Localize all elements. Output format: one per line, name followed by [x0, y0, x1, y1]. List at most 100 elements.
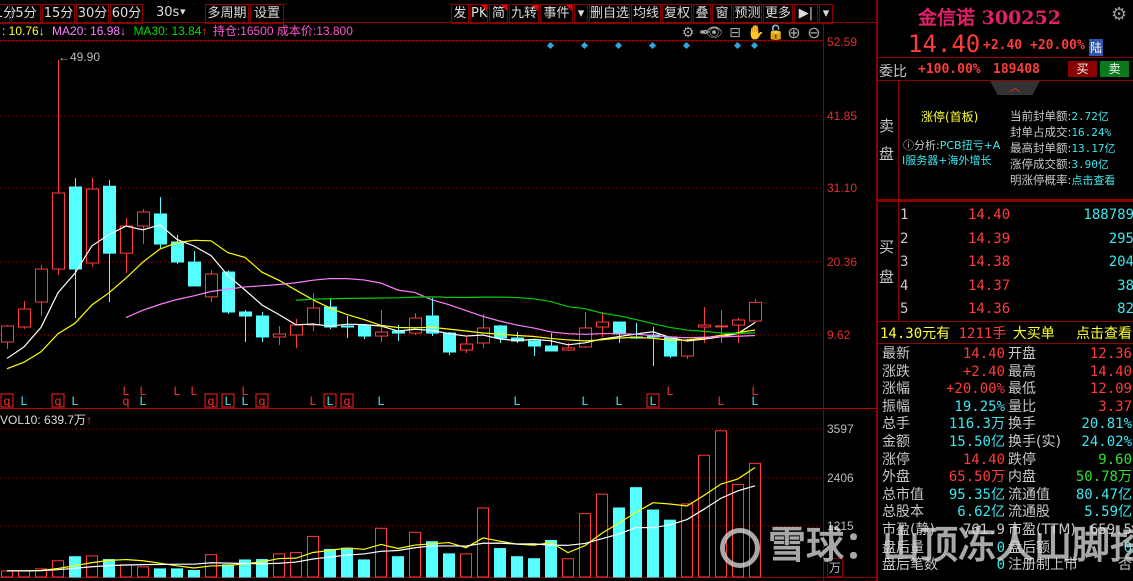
bid-volume: 188789 — [1083, 207, 1133, 223]
bid-volume: 204 — [1108, 254, 1133, 270]
stat-label: 金额 — [882, 434, 910, 450]
stat-label: 市盈(TTM) — [1008, 522, 1076, 538]
big-order-link[interactable]: 点击查看 — [1076, 323, 1132, 343]
volume-tick: 1215 — [827, 519, 854, 533]
collapse-chevron-icon[interactable]: ︿ — [990, 81, 1040, 95]
seal-info: 当前封单额:2.72亿 封单占成交:16.24% 最高封单额:13.17亿 涨停成交额… — [1010, 108, 1133, 188]
stat-value: 65.50万 — [948, 469, 1005, 486]
stat-value: +2.40 — [962, 363, 1005, 380]
big-order-price: 14.30 — [880, 326, 923, 342]
stat-value: 50.78万 — [1075, 469, 1132, 486]
bid-level: 3 — [900, 254, 909, 270]
connect-badge[interactable]: 陆 — [1089, 39, 1104, 56]
candle — [103, 185, 116, 254]
volume-bar — [511, 556, 523, 578]
stats-row: 最新 14.40 开盘 12.36 — [882, 345, 1132, 363]
stat-value: 14.40 — [1089, 363, 1132, 380]
stat-label: 换手(实) — [1008, 434, 1061, 450]
seal-value: 2.72亿 — [1071, 110, 1109, 123]
gear-icon[interactable]: ⚙ — [1111, 4, 1127, 25]
signal-marker: L — [242, 394, 249, 408]
bid-level: 2 — [900, 230, 909, 247]
seal-row[interactable]: 明涨停概率:点击查看 — [1010, 172, 1133, 188]
stat-label: 涨跌 — [882, 363, 910, 380]
seal-value: 13.17亿 — [1071, 142, 1116, 155]
peak-label: ←49.90 — [58, 50, 101, 64]
bid-volume: 295 — [1108, 230, 1133, 247]
bid-row[interactable]: 2 14.39 295 — [900, 229, 1133, 253]
candle — [290, 324, 303, 336]
big-order-row[interactable]: 14.30元有 1211手 大买单 点击查看 — [880, 323, 1132, 343]
buy-button[interactable]: 买 — [1068, 61, 1097, 77]
signal-marker: L — [191, 384, 198, 398]
vol10-value: VOL10: 639.7万 — [0, 413, 87, 427]
quote-panel: 金信诺 300252 ⚙ 14.40 +2.40 +20.00% 陆 委比 +1… — [876, 0, 1133, 581]
candle — [341, 325, 354, 328]
bid-price: 14.38 — [968, 254, 1011, 270]
volume-bar — [273, 553, 285, 578]
stat-value: 0 — [996, 557, 1005, 574]
seal-label: 封单占成交: — [1010, 125, 1072, 139]
price-tick: 41.85 — [827, 109, 858, 123]
event-diamond-icon — [733, 41, 742, 50]
sell-button[interactable]: 卖 — [1100, 61, 1129, 77]
sell-side-label: 卖盘 — [879, 117, 895, 163]
stat-value: 95.35亿 — [948, 486, 1005, 503]
price-tick: 9.62 — [827, 328, 851, 342]
info-icon: ⓘ — [903, 139, 914, 152]
event-diamond-icon — [648, 41, 657, 50]
bid-volume: 82 — [1117, 301, 1133, 317]
candle — [562, 347, 575, 351]
candle — [749, 301, 762, 322]
candle — [188, 261, 201, 287]
bid-price: 14.37 — [968, 277, 1011, 294]
candle — [358, 324, 371, 337]
volume-bar — [103, 559, 115, 578]
event-diamond-icon — [750, 41, 759, 50]
candle — [239, 311, 252, 317]
signal-marker: q — [55, 394, 62, 408]
seal-row: 封单占成交:16.24% — [1010, 124, 1133, 140]
stat-label: 最高 — [1008, 363, 1036, 380]
stat-label: 内盘 — [1008, 469, 1036, 486]
weibi-value: +100.00% — [918, 62, 981, 77]
stat-value: 14.40 — [962, 346, 1005, 362]
stat-value: 6.62亿 — [957, 504, 1005, 521]
candle — [681, 339, 694, 357]
bid-price: 14.39 — [968, 230, 1011, 247]
candle — [460, 343, 473, 351]
volume-bar — [494, 548, 506, 578]
seal-row: 当前封单额:2.72亿 — [1010, 108, 1133, 124]
stat-label: 盘后笔数 — [882, 557, 938, 574]
candle — [698, 324, 711, 328]
event-diamond-icon — [580, 41, 589, 50]
signal-marker: L — [327, 394, 334, 408]
bid-row[interactable]: 4 14.37 38 — [900, 276, 1133, 300]
bid-row[interactable]: 1 14.40 188789 — [900, 205, 1133, 229]
signal-marker: L — [582, 394, 589, 408]
volume-bar — [477, 507, 489, 578]
candle — [579, 327, 592, 348]
ma10-line — [6, 239, 756, 370]
stats-row: 金额 15.50亿 换手(实) 24.02% — [882, 433, 1132, 451]
stat-label: 盘后额 — [1008, 539, 1050, 556]
big-order-qty: 1211手 — [958, 326, 1007, 342]
stats-row: 盘后笔数 0 注册制上市 否 — [882, 556, 1132, 574]
event-diamond-icon — [546, 41, 555, 50]
seal-label: 明涨停概率: — [1010, 173, 1072, 187]
kline-chart[interactable]: L L L L L L Lq Lq Lq Lq L Lq L Lq L L L L L L L — [0, 0, 876, 581]
volume-bar — [630, 487, 642, 578]
bid-row[interactable]: 3 14.38 204 — [900, 252, 1133, 276]
analysis[interactable]: ⓘ分析:PCB扭亏+A — [903, 137, 1000, 153]
stock-name: 金信诺 — [918, 7, 976, 29]
volume-bar — [341, 547, 353, 578]
volume-bar — [222, 564, 234, 578]
price-tick: 31.10 — [827, 181, 858, 195]
bid-row[interactable]: 5 14.36 82 — [900, 299, 1133, 323]
stats-row: 外盘 65.50万 内盘 50.78万 — [882, 468, 1132, 486]
stats-row: 涨停 14.40 跌停 9.60 — [882, 451, 1132, 469]
candle — [69, 186, 82, 270]
analysis-text-cont: I服务器+海外增长 — [902, 154, 992, 167]
candle — [18, 308, 31, 328]
signal-marker: L — [174, 384, 181, 398]
